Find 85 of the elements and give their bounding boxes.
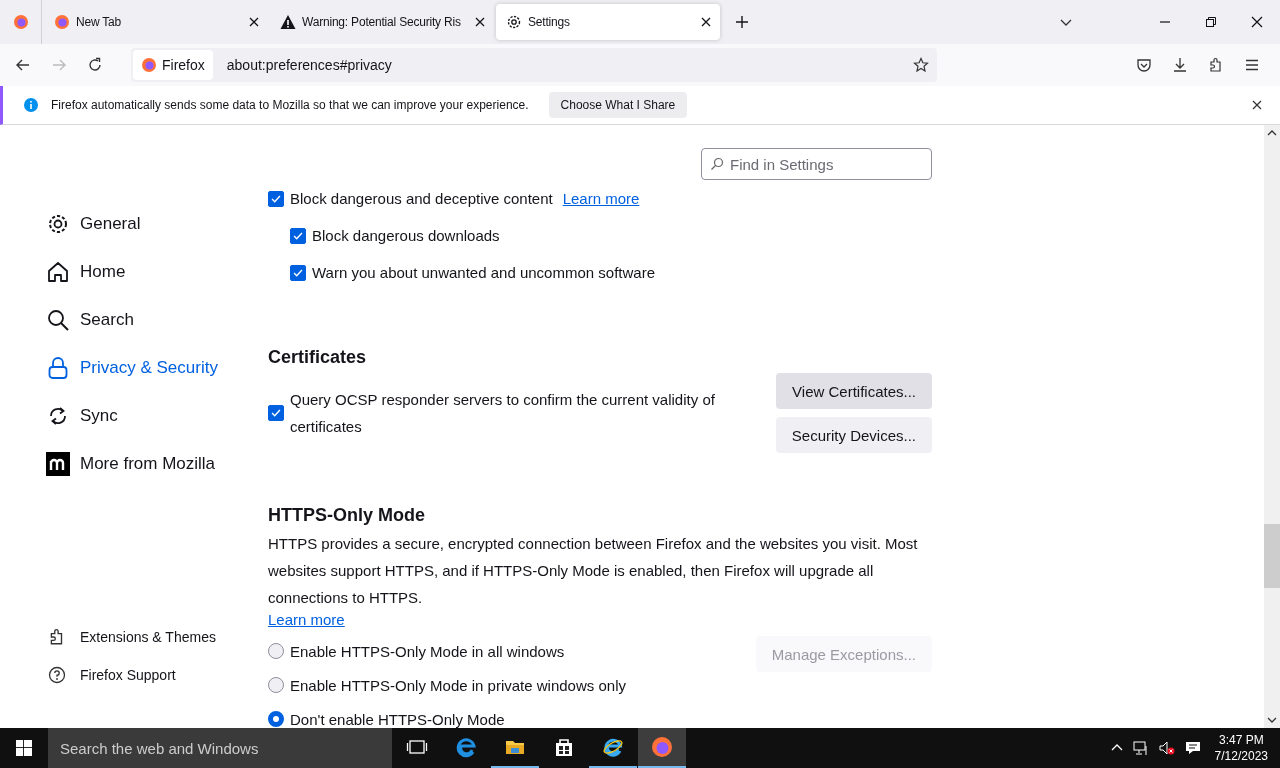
section-description: HTTPS provides a secure, encrypted connection between Firefox and the websites you visit. Most websites support HTTPS, and if HTTPS-Only Mode is enabled, then Firefox will upgrade all connections to HTTPS.	[268, 534, 919, 608]
notification-text: Firefox automatically sends some data to Mozilla so that we can improve your experience.	[51, 98, 529, 112]
checkbox[interactable]	[290, 264, 306, 281]
tab-title: Warning: Potential Security Ris	[302, 15, 462, 29]
volume-muted-icon[interactable]	[1158, 740, 1175, 756]
time: 3:47 PM	[1218, 732, 1264, 748]
radio-label: Enable HTTPS-Only Mode in private windows only	[290, 676, 626, 694]
star-icon[interactable]	[913, 57, 929, 73]
puzzle-icon[interactable]	[1208, 57, 1224, 73]
sidebar-link[interactable]: Firefox Support	[48, 660, 268, 690]
gear-icon	[46, 212, 70, 236]
tab-title: New Tab	[76, 15, 123, 29]
home-icon	[46, 260, 70, 284]
search-field[interactable]: Find in Settings	[701, 148, 932, 180]
section-heading: Certificates	[268, 347, 368, 368]
radio-button[interactable]	[268, 711, 284, 727]
reload-icon[interactable]	[87, 57, 103, 73]
radio-label: Don't enable HTTPS-Only Mode	[290, 710, 505, 728]
firefox-icon	[12, 14, 29, 30]
browser-tab[interactable]: Warning: Potential Security Ris	[270, 4, 494, 40]
checkbox-label: Block dangerous and deceptive content	[290, 190, 553, 207]
section-heading: HTTPS-Only Mode	[268, 505, 426, 526]
browser-tab[interactable]: Settings	[496, 4, 720, 40]
radio-button[interactable]	[268, 677, 284, 693]
download-icon[interactable]	[1172, 57, 1188, 73]
checkbox-label: Query OCSP responder servers to confirm the current validity of certificates	[290, 390, 716, 437]
search-icon	[710, 157, 724, 171]
notification-icon[interactable]	[1184, 740, 1201, 756]
settings-button[interactable]: View Certificates...	[776, 373, 932, 409]
store-bag-icon	[553, 736, 575, 758]
sidebar-item[interactable]: Privacy & Security	[46, 351, 268, 385]
checkbox[interactable]	[268, 405, 284, 421]
learn-more-link[interactable]: Learn more	[562, 190, 640, 207]
back-icon[interactable]	[15, 57, 31, 73]
lock-icon	[46, 356, 70, 380]
checkbox-label: Block dangerous downloads	[312, 227, 500, 244]
radio-label: Enable HTTPS-Only Mode in all windows	[290, 642, 565, 660]
edge-e-icon	[455, 736, 477, 758]
help-icon	[48, 666, 66, 684]
search-icon	[46, 308, 70, 332]
checkbox[interactable]	[290, 227, 306, 244]
scrollbar-thumb[interactable]	[1264, 524, 1280, 588]
url-text: about:preferences#privacy	[226, 57, 392, 73]
gear-icon	[506, 14, 522, 30]
learn-more-link[interactable]: Learn more	[268, 611, 345, 628]
scroll-up-icon[interactable]	[1267, 128, 1277, 138]
scrollbar[interactable]	[1264, 125, 1280, 728]
restore-icon[interactable]	[1205, 16, 1217, 28]
close-icon[interactable]	[248, 16, 260, 28]
firefox-icon	[54, 14, 70, 30]
sidebar-link[interactable]: Extensions & Themes	[48, 622, 268, 652]
close-icon[interactable]	[1251, 16, 1263, 28]
identity-label: Firefox	[162, 57, 205, 73]
taskbar-search-field[interactable]: Search the web and Windows	[48, 728, 392, 768]
browser-tab[interactable]: New Tab	[44, 4, 268, 40]
windows-start-icon[interactable]	[16, 740, 32, 756]
warning-icon	[280, 14, 296, 30]
radio-button[interactable]	[268, 643, 284, 659]
sidebar-item[interactable]: Home	[46, 255, 268, 289]
address-bar[interactable]: Firefox about:preferences#privacy	[131, 48, 937, 82]
choose-what-i-share-button[interactable]: Choose What I Share	[548, 92, 688, 118]
sidebar-item[interactable]: General	[46, 207, 268, 241]
checkbox-label: Warn you about unwanted and uncommon software	[312, 264, 655, 281]
close-icon[interactable]	[474, 16, 486, 28]
sidebar-item[interactable]: Sync	[46, 399, 268, 433]
clock[interactable]: 3:47 PM 7/12/2023	[1214, 732, 1268, 764]
date: 7/12/2023	[1214, 748, 1268, 764]
close-icon[interactable]	[700, 16, 712, 28]
info-icon	[23, 97, 39, 113]
firefox-icon	[651, 736, 673, 758]
network-icon[interactable]	[1132, 740, 1149, 756]
pocket-icon[interactable]	[1136, 57, 1152, 73]
menu-icon[interactable]	[1244, 57, 1260, 73]
tab-title: Settings	[528, 15, 571, 29]
internet-explorer-icon	[602, 736, 624, 758]
scroll-down-icon[interactable]	[1267, 715, 1277, 725]
identity-box[interactable]: Firefox	[133, 50, 213, 80]
close-icon[interactable]	[1251, 99, 1263, 111]
new-tab-icon[interactable]	[734, 14, 750, 30]
checkbox[interactable]	[268, 190, 284, 207]
sidebar-item[interactable]: More from Mozilla	[46, 447, 268, 481]
firefox-icon	[141, 57, 157, 73]
sidebar-item[interactable]: Search	[46, 303, 268, 337]
mozilla-m-icon	[46, 452, 70, 476]
settings-button[interactable]: Security Devices...	[775, 417, 932, 453]
